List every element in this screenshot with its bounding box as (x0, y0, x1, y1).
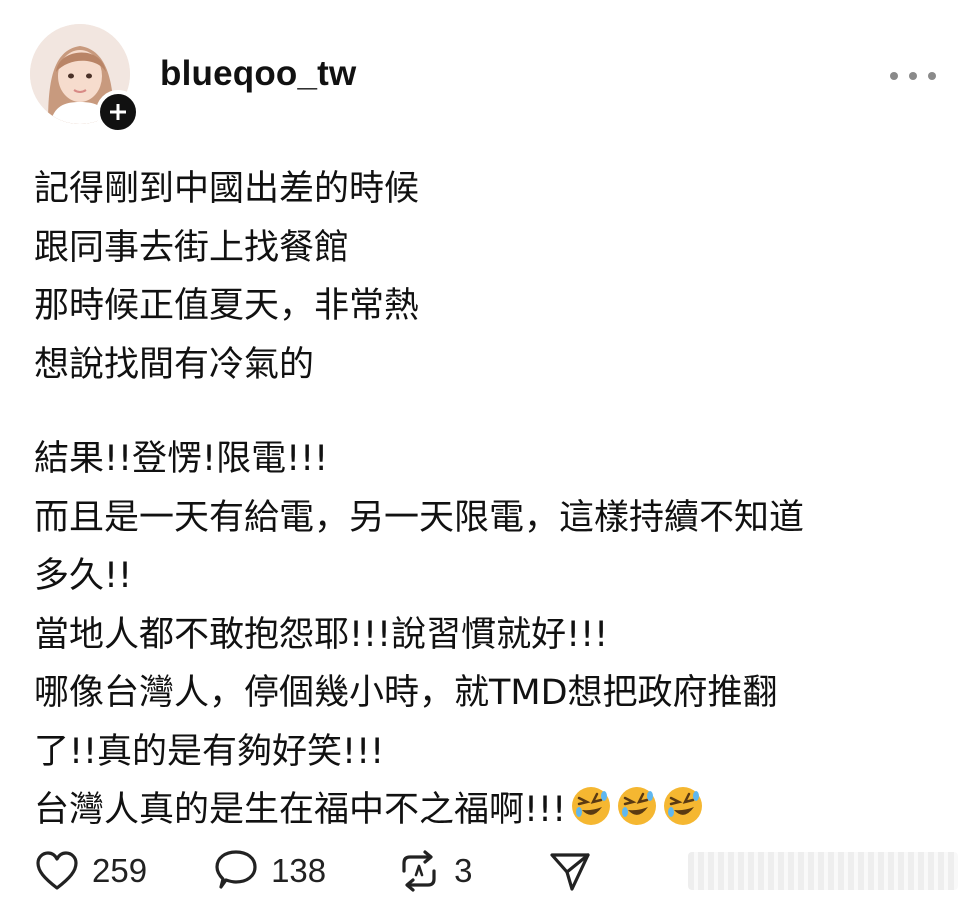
plus-icon (110, 104, 126, 120)
repost-icon (402, 850, 436, 892)
repost-button[interactable]: 3 (396, 849, 472, 893)
username-link[interactable]: blueqoo_tw (160, 54, 356, 94)
follow-button[interactable] (96, 90, 140, 134)
post-text-line: 記得剛到中國出差的時候 (34, 169, 420, 209)
post-text-line: 了!!真的是有夠好笑!!! (34, 731, 385, 772)
post-text-line: 那時候正值夏天，非常熱 (34, 286, 420, 326)
like-count: 259 (92, 852, 148, 889)
post-text-line: 多久!! (34, 556, 133, 596)
rolling-on-floor-laughing-emoji (618, 787, 657, 825)
post-body: 記得剛到中國出差的時候 跟同事去街上找餐館 那時候正值夏天，非常熱 想說找間有冷… (34, 160, 939, 840)
post-text-line: 跟同事去街上找餐館 (34, 227, 350, 268)
post-text-line: 哪像台灣人，停個幾小時，就TMD想把政府推翻 (34, 673, 778, 713)
comment-count: 138 (271, 852, 327, 889)
post-text-line: 當地人都不敢抱怨耶!!!說習慣就好!!! (34, 614, 609, 655)
watermark (688, 852, 958, 890)
send-icon (550, 853, 591, 891)
share-button[interactable] (548, 849, 592, 893)
post-text-line: 想說找間有冷氣的 (34, 344, 315, 385)
post-text-line: 結果!!登愣!限電!!! (34, 439, 329, 479)
avatar-container[interactable] (30, 24, 140, 134)
action-bar: 259 138 3 (34, 846, 592, 896)
heart-icon (36, 851, 78, 890)
post-text-line: 而且是一天有給電，另一天限電，這樣持續不知道 (34, 497, 805, 538)
repost-count: 3 (454, 852, 473, 889)
rolling-on-floor-laughing-emoji (572, 787, 611, 825)
comment-bubble-icon (215, 850, 257, 889)
post-text-line-last: 台灣人真的是生在福中不之福啊!!! (34, 781, 939, 840)
like-button[interactable]: 259 (34, 850, 147, 892)
rolling-on-floor-laughing-emoji (664, 787, 703, 825)
more-horizontal-icon[interactable] (890, 66, 936, 86)
comment-button[interactable]: 138 (213, 849, 326, 893)
post-text: 台灣人真的是生在福中不之福啊!!! (34, 790, 567, 830)
